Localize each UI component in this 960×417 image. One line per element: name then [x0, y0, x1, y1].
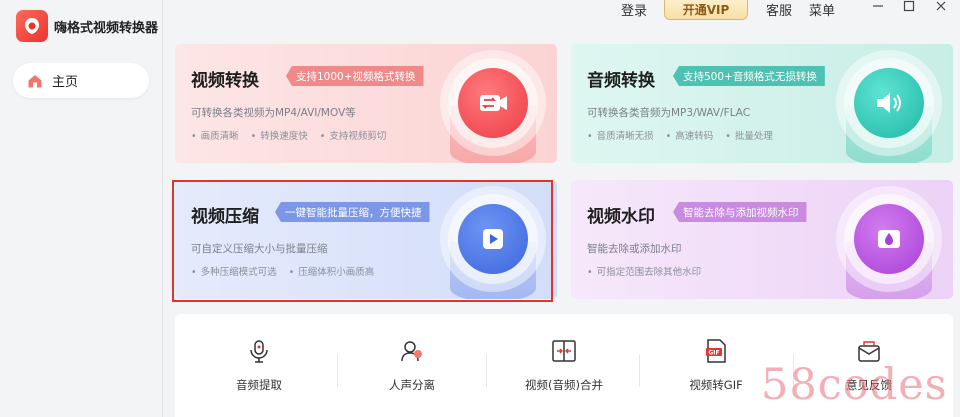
- card-features: 音质清晰无损 高速转码 批量处理: [587, 128, 773, 142]
- feature-item: 高速转码: [666, 128, 713, 142]
- maximize-icon[interactable]: [900, 0, 918, 13]
- video-compress-icon: [458, 204, 528, 274]
- card-badge: 智能去除与添加视频水印: [673, 202, 807, 222]
- video-watermark-icon-wrap: [836, 186, 942, 292]
- card-description: 可自定义压缩大小与批量压缩: [191, 243, 328, 255]
- card-badge: 支持500+音频格式无损转换: [673, 66, 825, 86]
- tool-label: 音频提取: [236, 378, 282, 392]
- app-logo-icon: [16, 10, 48, 42]
- app-title: 嗨格式视频转换器: [54, 21, 159, 36]
- feature-item: 多种压缩模式可选: [191, 264, 277, 278]
- video-compress-icon-wrap: [440, 186, 546, 292]
- video-compress-card[interactable]: 视频压缩 一键智能批量压缩，方便快捷 可自定义压缩大小与批量压缩 多种压缩模式可…: [175, 180, 557, 299]
- sidebar: 嗨格式视频转换器 主页: [0, 0, 163, 417]
- video-convert-icon: [458, 68, 528, 138]
- card-features: 画质清晰 转换速度快 支持视频剪切: [191, 128, 387, 142]
- watermark-text: 58codes: [761, 360, 948, 410]
- merge-icon: [552, 340, 576, 362]
- divider: [337, 354, 338, 387]
- sidebar-item-label: 主页: [52, 75, 79, 90]
- video-convert-icon-wrap: [440, 50, 546, 156]
- divider: [486, 354, 487, 387]
- card-title: 视频转换: [191, 71, 259, 91]
- card-badge: 支持1000+视频格式转换: [286, 66, 424, 86]
- close-icon[interactable]: [932, 0, 950, 13]
- microphone-icon: [250, 340, 268, 363]
- audio-convert-icon-wrap: [836, 50, 942, 156]
- card-title: 视频压缩: [191, 207, 259, 227]
- login-link[interactable]: 登录: [621, 0, 647, 19]
- card-features: 可指定范围去除其他水印: [587, 264, 702, 278]
- sidebar-item-home[interactable]: 主页: [13, 63, 149, 98]
- video-convert-card[interactable]: 视频转换 支持1000+视频格式转换 可转换各类视频为MP4/AVI/MOV等 …: [175, 44, 557, 163]
- card-description: 智能去除或添加水印: [587, 243, 682, 255]
- card-description: 可转换各类音频为MP3/WAV/FLAC: [587, 107, 751, 119]
- feature-item: 支持视频剪切: [320, 128, 386, 142]
- svg-text:GIF: GIF: [708, 350, 719, 357]
- gif-icon: GIF: [706, 339, 726, 363]
- feature-item: 批量处理: [725, 128, 773, 142]
- tool-merge[interactable]: 视频(音频)合并: [494, 338, 634, 393]
- minimize-icon[interactable]: [869, 0, 887, 13]
- feature-item: 压缩体积小画质高: [289, 264, 374, 278]
- feature-item: 可指定范围去除其他水印: [587, 264, 702, 278]
- tool-label: 视频转GIF: [689, 378, 743, 392]
- video-watermark-icon: [854, 204, 924, 274]
- feature-item: 音质清晰无损: [587, 128, 654, 142]
- card-badge: 一键智能批量压缩，方便快捷: [275, 202, 430, 222]
- tool-label: 人声分离: [389, 378, 435, 392]
- voice-separation-icon: [401, 341, 422, 362]
- vip-button[interactable]: 开通VIP: [664, 0, 748, 20]
- home-icon: [28, 74, 42, 87]
- tool-audio-extract[interactable]: 音频提取: [189, 338, 329, 393]
- customer-service-link[interactable]: 客服: [766, 0, 792, 19]
- feature-item: 转换速度快: [251, 128, 308, 142]
- audio-convert-card[interactable]: 音频转换 支持500+音频格式无损转换 可转换各类音频为MP3/WAV/FLAC…: [571, 44, 953, 163]
- tool-label: 视频(音频)合并: [525, 378, 603, 392]
- video-watermark-card[interactable]: 视频水印 智能去除与添加视频水印 智能去除或添加水印 可指定范围去除其他水印: [571, 180, 953, 299]
- tool-voice-separation[interactable]: 人声分离: [342, 338, 482, 393]
- menu-button[interactable]: 菜单: [809, 0, 835, 19]
- card-title: 音频转换: [587, 71, 655, 91]
- card-title: 视频水印: [587, 207, 655, 227]
- card-features: 多种压缩模式可选 压缩体积小画质高: [191, 264, 375, 278]
- divider: [639, 354, 640, 387]
- card-description: 可转换各类视频为MP4/AVI/MOV等: [191, 107, 356, 119]
- top-bar: 登录 开通VIP 客服 菜单: [163, 0, 960, 36]
- audio-convert-icon: [854, 68, 924, 138]
- feature-item: 画质清晰: [191, 128, 239, 142]
